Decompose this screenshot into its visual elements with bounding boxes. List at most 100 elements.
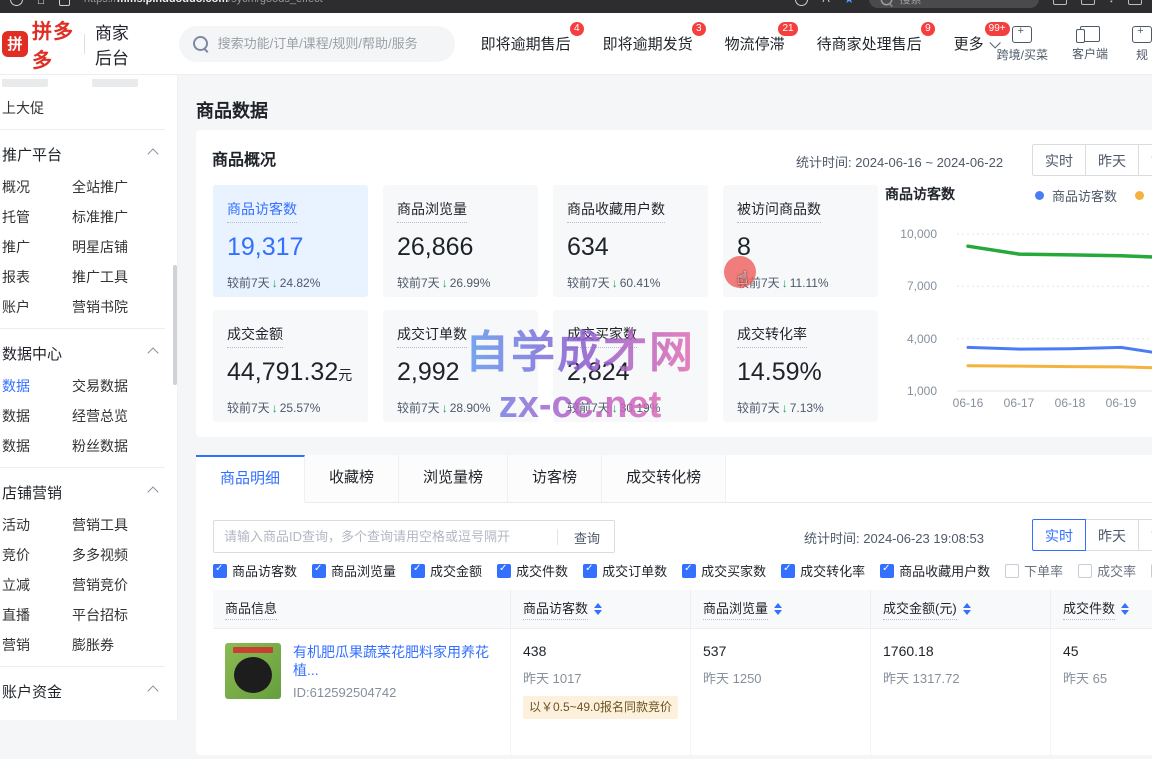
sidebar-item[interactable]: 膨胀券 [72, 635, 177, 655]
tool-client[interactable]: 客户端 [1072, 26, 1108, 62]
home-icon[interactable]: ⌂ [37, 0, 45, 7]
nav-overdue-aftersale[interactable]: 即将逾期售后4 [481, 33, 571, 54]
metric-checkbox[interactable]: 成交率 [1078, 561, 1136, 580]
sidebar-item[interactable]: 全站推广 [72, 177, 177, 197]
nav-more[interactable]: 更多99+ [954, 33, 997, 54]
metric-checkbox[interactable]: 成交买家数 [682, 561, 766, 580]
sidebar-item-dacu[interactable]: 上大促 [2, 98, 72, 118]
downloads-icon[interactable]: ↓ [1109, 0, 1115, 5]
range-realtime-button[interactable]: 实时 [1032, 519, 1086, 551]
metric-checkbox[interactable]: 成交金额 [411, 561, 482, 580]
down-arrow-icon: ↓ [612, 276, 618, 290]
stat-card-orders[interactable]: 成交订单数 2,992 较前7天↓28.90% [383, 310, 538, 422]
sidebar-item[interactable]: 数据 [2, 436, 72, 456]
sidebar-item[interactable]: 推广 [2, 237, 72, 257]
sidebar-item[interactable]: 数据 [2, 406, 72, 426]
sidebar-item[interactable]: 报表 [2, 267, 72, 287]
sidebar-section-account-funds[interactable]: 账户资金 [0, 673, 177, 709]
split-screen-icon[interactable] [1081, 0, 1095, 5]
header-search-input[interactable] [216, 35, 420, 52]
pageviews-cell: 537 昨天 1250 [690, 629, 870, 759]
sidebar-scrollbar[interactable] [173, 265, 177, 385]
sidebar-item[interactable]: 直播 [2, 605, 72, 625]
header-search[interactable] [179, 26, 455, 62]
sidebar-item[interactable]: 多多视频 [72, 545, 177, 565]
y-tick: 10,000 [885, 227, 937, 241]
sidebar-item[interactable]: 账户 [2, 297, 72, 317]
product-image[interactable] [225, 643, 281, 699]
legend-dot-yellow[interactable] [1135, 191, 1144, 200]
metric-checkbox[interactable]: 成交件数 [497, 561, 568, 580]
sidebar-item[interactable]: 概况 [2, 177, 72, 197]
reload-icon[interactable] [10, 0, 23, 6]
legend-label[interactable]: 商品访客数 [1052, 186, 1117, 205]
sidebar-item[interactable]: 交易数据 [72, 376, 177, 396]
collections-icon[interactable] [1053, 0, 1067, 5]
pdd-logo-icon[interactable]: 拼 [2, 31, 28, 57]
translate-icon[interactable] [795, 0, 808, 6]
sidebar-item[interactable]: 活动 [2, 515, 72, 535]
legend-dot-blue[interactable] [1035, 191, 1044, 200]
range-7day-button[interactable]: 7 [1138, 144, 1152, 176]
metric-checkbox[interactable]: 商品浏览量 [312, 561, 396, 580]
tab-conversion-rank[interactable]: 成交转化榜 [602, 455, 726, 502]
tab-visitor-rank[interactable]: 访客榜 [508, 455, 602, 502]
metric-checkbox[interactable]: 商品收藏用户数 [880, 561, 990, 580]
stat-card-buyers[interactable]: 成交买家数 2,824 较前7天↓30.19% [553, 310, 708, 422]
sidebar-item[interactable]: 标准推广 [72, 207, 177, 227]
sidebar-item[interactable]: 推广工具 [72, 267, 177, 287]
stat-card-gmv[interactable]: 成交金额 44,791.32元 较前7天↓25.57% [213, 310, 368, 422]
sidebar-item[interactable]: 竞价 [2, 545, 72, 565]
col-visitors-sort[interactable]: 商品访客数 [510, 590, 690, 628]
bookmark-star-icon[interactable]: ★ [844, 0, 855, 6]
font-icon[interactable]: A [822, 0, 829, 5]
metric-checkbox[interactable]: 成交订单数 [583, 561, 667, 580]
bid-promo-tag[interactable]: 以￥0.5~49.0报名同款竞价 [523, 696, 678, 719]
sidebar-section-promotion[interactable]: 推广平台 [0, 136, 177, 172]
metric-checkbox[interactable]: 下单率 [1005, 561, 1063, 580]
portal-title: 商家后台 [95, 19, 141, 69]
checkbox-checked-icon [497, 564, 511, 578]
sidebar-item[interactable]: 营销书院 [72, 297, 177, 317]
sidebar-item[interactable]: 立减 [2, 575, 72, 595]
col-pieces-sort[interactable]: 成交件数 [1050, 590, 1152, 628]
col-pageviews-sort[interactable]: 商品浏览量 [690, 590, 870, 628]
sidebar-section-shop-marketing[interactable]: 店铺营销 [0, 474, 177, 510]
range-yesterday-button[interactable]: 昨天 [1085, 519, 1139, 551]
sidebar-item[interactable]: 营销工具 [72, 515, 177, 535]
col-amount-sort[interactable]: 成交金额(元) [870, 590, 1050, 628]
search-button[interactable]: 查询 [574, 528, 600, 547]
metric-checkbox[interactable]: 成交转化率 [781, 561, 865, 580]
metric-checkbox[interactable]: 商品访客数 [213, 561, 297, 580]
tool-rules[interactable]: 规 [1132, 26, 1152, 63]
product-title-link[interactable]: 有机肥瓜果蔬菜花肥料家用养花植... [293, 643, 500, 679]
sidebar-item[interactable]: 营销竞价 [72, 575, 177, 595]
range-7day-button[interactable]: 7 [1138, 519, 1152, 551]
stat-card-conversion[interactable]: 成交转化率 14.59% 较前7天↓7.13% [723, 310, 878, 422]
sidebar-item[interactable]: 营销 [2, 635, 72, 655]
nav-overdue-shipment[interactable]: 即将逾期发货3 [603, 33, 693, 54]
stat-card-visitors[interactable]: 商品访客数 19,317 较前7天↓24.82% [213, 185, 368, 297]
goods-table: 商品信息 商品访客数 商品浏览量 成交金额(元) 成交件数 有机肥瓜果蔬菜花肥料… [213, 590, 1152, 759]
sidebar-item[interactable]: 明星店铺 [72, 237, 177, 257]
range-yesterday-button[interactable]: 昨天 [1085, 144, 1139, 176]
nav-pending-aftersale[interactable]: 待商家处理售后9 [817, 33, 922, 54]
range-realtime-button[interactable]: 实时 [1032, 144, 1086, 176]
sidebar-item[interactable]: 平台招标 [72, 605, 177, 625]
tab-goods-detail[interactable]: 商品明细 [196, 455, 305, 503]
nav-logistics-stalled[interactable]: 物流停滞21 [725, 33, 785, 54]
tab-favorites-rank[interactable]: 收藏榜 [305, 455, 399, 502]
address-bar[interactable]: https://mms.pinduoduo.com/sycm/goods_eff… [84, 0, 323, 5]
goods-id-input[interactable] [214, 521, 534, 552]
apps-icon[interactable]: + [1128, 0, 1142, 5]
stat-card-pageviews[interactable]: 商品浏览量 26,866 较前7天↓26.99% [383, 185, 538, 297]
sidebar-item[interactable]: 托管 [2, 207, 72, 227]
browser-search[interactable]: 搜索 [869, 0, 1039, 8]
sidebar-section-data-center[interactable]: 数据中心 [0, 335, 177, 371]
tab-pageview-rank[interactable]: 浏览量榜 [399, 455, 508, 502]
sidebar-item[interactable]: 经营总览 [72, 406, 177, 426]
pdd-logo-text[interactable]: 拼多多 [32, 15, 74, 73]
stat-card-favorites[interactable]: 商品收藏用户数 634 较前7天↓60.41% [553, 185, 708, 297]
sidebar-item[interactable]: 粉丝数据 [72, 436, 177, 456]
sidebar-item-active[interactable]: 数据 [2, 376, 72, 396]
